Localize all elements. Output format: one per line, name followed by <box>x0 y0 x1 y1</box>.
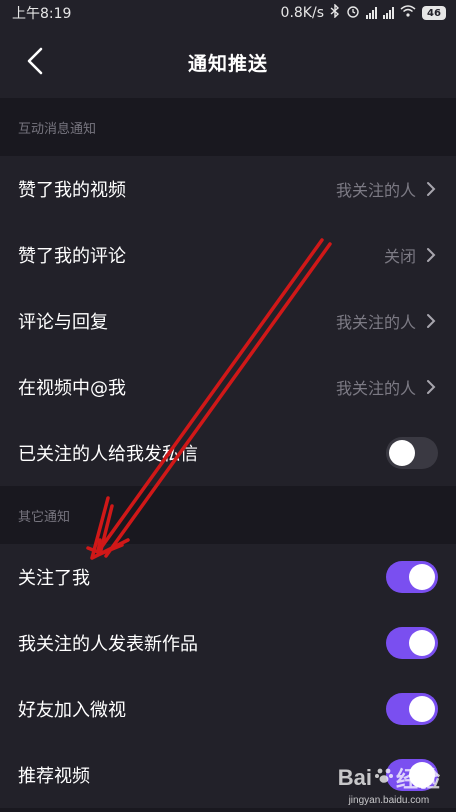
row-label: 好友加入微视 <box>18 700 126 721</box>
chevron-right-icon <box>424 378 438 396</box>
paw-icon <box>374 765 394 791</box>
signal-icon-2 <box>383 7 394 19</box>
status-bar: 上午8:19 0.8K/s 46 <box>0 0 456 26</box>
chevron-right-icon <box>424 312 438 330</box>
row-friend-joined: 好友加入微视 <box>0 676 456 742</box>
friend-joined-toggle[interactable] <box>386 693 438 725</box>
watermark-url: jingyan.baidu.com <box>348 795 430 806</box>
network-speed: 0.8K/s <box>280 5 324 21</box>
toggle-knob <box>409 564 435 590</box>
row-liked-my-comment[interactable]: 赞了我的评论 关闭 <box>0 222 456 288</box>
toggle-knob <box>389 440 415 466</box>
row-mentioned-in-video[interactable]: 在视频中@我 我关注的人 <box>0 354 456 420</box>
watermark-brand-2: 经验 <box>395 767 440 792</box>
row-new-works: 我关注的人发表新作品 <box>0 610 456 676</box>
chevron-right-icon <box>424 180 438 198</box>
chevron-right-icon <box>424 246 438 264</box>
row-label: 赞了我的视频 <box>18 180 126 201</box>
back-button[interactable] <box>18 46 52 80</box>
row-value: 我关注的人 <box>335 379 416 398</box>
page-title: 通知推送 <box>187 52 268 75</box>
section-header-other: 其它通知 <box>0 486 456 544</box>
followed-me-toggle[interactable] <box>386 561 438 593</box>
row-private-message: 已关注的人给我发私信 <box>0 420 456 486</box>
alarm-icon <box>346 4 360 22</box>
row-value: 我关注的人 <box>335 181 416 200</box>
toggle-knob <box>409 696 435 722</box>
toggle-knob <box>409 630 435 656</box>
baidu-watermark: Bai 经验 jingyan.baidu.com <box>338 762 440 806</box>
new-works-toggle[interactable] <box>386 627 438 659</box>
row-label: 我关注的人发表新作品 <box>18 634 198 655</box>
bluetooth-icon <box>330 3 340 22</box>
section-header-interaction: 互动消息通知 <box>0 98 456 156</box>
signal-icon <box>366 7 377 19</box>
row-comments-replies[interactable]: 评论与回复 我关注的人 <box>0 288 456 354</box>
row-label: 赞了我的评论 <box>18 246 126 267</box>
row-label: 推荐视频 <box>18 766 90 787</box>
watermark-brand: Bai <box>337 765 372 790</box>
row-followed-me: 关注了我 <box>0 544 456 610</box>
row-liked-my-video[interactable]: 赞了我的视频 我关注的人 <box>0 156 456 222</box>
status-time: 上午8:19 <box>12 6 72 22</box>
row-label: 关注了我 <box>18 568 90 589</box>
row-label: 评论与回复 <box>18 312 108 333</box>
wifi-icon <box>400 5 416 21</box>
row-label: 已关注的人给我发私信 <box>18 444 198 465</box>
nav-bar: 通知推送 <box>0 26 456 98</box>
row-value: 关闭 <box>383 247 416 266</box>
battery-icon: 46 <box>422 6 446 20</box>
row-value: 我关注的人 <box>335 313 416 332</box>
chevron-left-icon <box>27 47 43 79</box>
private-message-toggle[interactable] <box>386 437 438 469</box>
row-label: 在视频中@我 <box>18 378 126 399</box>
